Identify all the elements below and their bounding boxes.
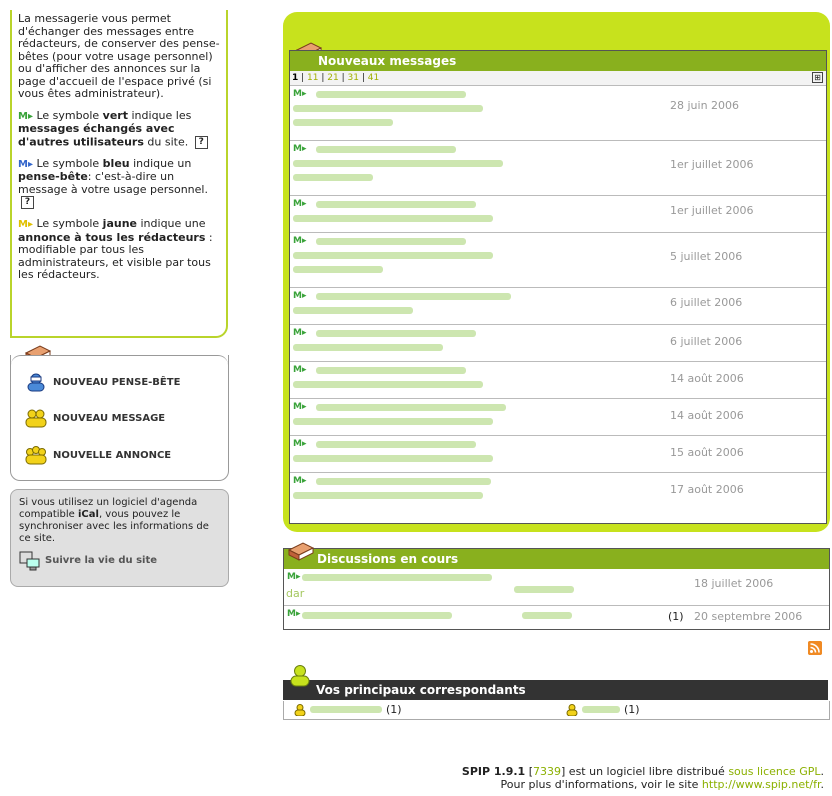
rss-icon[interactable] bbox=[808, 641, 822, 655]
green-message-icon: M▸ bbox=[287, 609, 301, 619]
message-date: 1er juillet 2006 bbox=[670, 158, 754, 171]
page-link[interactable]: 31 bbox=[348, 73, 359, 83]
follow-site-link[interactable]: Suivre la vie du site bbox=[19, 551, 220, 571]
green-message-icon: M▸ bbox=[287, 572, 301, 582]
pagination: 1 | 11 | 21 | 31 | 41 ⊞ bbox=[290, 71, 826, 86]
green-message-icon: M▸ bbox=[18, 110, 33, 122]
help-green: M▸ Le symbole vert indique les messages … bbox=[18, 109, 220, 149]
page-link[interactable]: 11 bbox=[307, 73, 318, 83]
help-yellow: M▸ Le symbole jaune indique une annonce … bbox=[18, 217, 213, 281]
green-message-icon: M▸ bbox=[293, 365, 307, 375]
reply-count: (1) bbox=[668, 610, 684, 623]
message-row[interactable]: M▸ 5 juillet 2006 bbox=[290, 233, 826, 288]
message-row[interactable]: M▸ 15 août 2006 bbox=[290, 436, 826, 473]
message-row[interactable]: M▸ 28 juin 2006 bbox=[290, 86, 826, 141]
correspondants-panel: Vos principaux correspondants (1) (1) bbox=[283, 664, 830, 724]
revision-link[interactable]: 7339 bbox=[533, 765, 561, 778]
correspondant-item[interactable]: (1) bbox=[566, 703, 640, 716]
green-message-icon: M▸ bbox=[293, 89, 307, 99]
message-date: 1er juillet 2006 bbox=[670, 204, 754, 217]
message-date: 28 juin 2006 bbox=[670, 99, 740, 112]
correspondants-list: (1) (1) bbox=[283, 701, 830, 720]
discussion-date: 20 septembre 2006 bbox=[694, 610, 803, 623]
message-date: 6 juillet 2006 bbox=[670, 335, 743, 348]
correspondant-count: (1) bbox=[386, 703, 402, 716]
new-message-button[interactable]: NOUVEAU MESSAGE bbox=[25, 407, 165, 429]
ical-box: Si vous utilisez un logiciel d'agenda co… bbox=[10, 489, 229, 587]
expand-icon[interactable]: ⊞ bbox=[812, 72, 823, 83]
message-date: 5 juillet 2006 bbox=[670, 250, 743, 263]
green-message-icon: M▸ bbox=[293, 144, 307, 154]
book-icon bbox=[287, 542, 315, 561]
message-date: 15 août 2006 bbox=[670, 446, 744, 459]
new-items-box: NOUVEAU PENSE-BÊTE NOUVEAU MESSAGE NOUVE… bbox=[10, 355, 229, 481]
group-icon bbox=[25, 446, 47, 465]
message-row[interactable]: M▸ 1er juillet 2006 bbox=[290, 196, 826, 233]
message-row[interactable]: M▸ 1er juillet 2006 bbox=[290, 141, 826, 196]
help-intro: La messagerie vous permet d'échanger des… bbox=[18, 12, 220, 100]
new-annonce-button[interactable]: NOUVELLE ANNONCE bbox=[25, 444, 171, 466]
page-link[interactable]: 21 bbox=[327, 73, 338, 83]
discussions-title: Discussions en cours bbox=[284, 549, 829, 569]
discussion-fragment: dar bbox=[286, 587, 305, 600]
spip-version: SPIP 1.9.1 bbox=[461, 765, 526, 778]
message-row[interactable]: M▸ 14 août 2006 bbox=[290, 362, 826, 399]
pense-bete-icon bbox=[27, 373, 45, 392]
green-message-icon: M▸ bbox=[293, 476, 307, 486]
correspondant-item[interactable]: (1) bbox=[294, 703, 402, 716]
correspondants-title: Vos principaux correspondants bbox=[283, 680, 828, 700]
yellow-message-icon: M▸ bbox=[18, 219, 33, 230]
new-pense-bete-label: NOUVEAU PENSE-BÊTE bbox=[53, 376, 181, 388]
green-message-icon: M▸ bbox=[293, 199, 307, 209]
blue-message-icon: M▸ bbox=[18, 158, 33, 170]
green-message-icon: M▸ bbox=[293, 291, 307, 301]
messages-table: Nouveaux messages 1 | 11 | 21 | 31 | 41 … bbox=[289, 50, 827, 524]
discussion-row[interactable]: M▸ (1) 20 septembre 2006 bbox=[284, 606, 829, 628]
help-blue: M▸ Le symbole bleu indique un pense-bête… bbox=[18, 156, 208, 209]
message-row[interactable]: M▸ 6 juillet 2006 bbox=[290, 288, 826, 325]
green-message-icon: M▸ bbox=[293, 236, 307, 246]
message-date: 14 août 2006 bbox=[670, 372, 744, 385]
message-row[interactable]: M▸ 17 août 2006 bbox=[290, 473, 826, 509]
message-date: 6 juillet 2006 bbox=[670, 296, 743, 309]
calendar-computer-icon bbox=[19, 551, 40, 571]
person-icon bbox=[294, 703, 306, 716]
help-icon[interactable]: ? bbox=[194, 135, 208, 149]
users-icon bbox=[25, 409, 47, 428]
page-current: 1 bbox=[292, 73, 299, 83]
green-message-icon: M▸ bbox=[293, 402, 307, 412]
message-row[interactable]: M▸ 14 août 2006 bbox=[290, 399, 826, 436]
footer: SPIP 1.9.1 [7339] est un logiciel libre … bbox=[461, 765, 824, 791]
green-message-icon: M▸ bbox=[293, 439, 307, 449]
messages-title: Nouveaux messages bbox=[290, 51, 826, 71]
new-pense-bete-button[interactable]: NOUVEAU PENSE-BÊTE bbox=[25, 371, 180, 393]
help-icon[interactable]: ? bbox=[21, 196, 34, 209]
licence-link[interactable]: sous licence GPL bbox=[728, 765, 820, 778]
discussion-date: 18 juillet 2006 bbox=[694, 577, 774, 590]
message-row[interactable]: M▸ 6 juillet 2006 bbox=[290, 325, 826, 362]
message-date: 17 août 2006 bbox=[670, 483, 744, 496]
new-annonce-label: NOUVELLE ANNONCE bbox=[53, 449, 172, 461]
page-link[interactable]: 41 bbox=[368, 73, 379, 83]
correspondant-count: (1) bbox=[624, 703, 640, 716]
new-messages-panel: Nouveaux messages 1 | 11 | 21 | 31 | 41 … bbox=[283, 12, 830, 532]
discussion-row[interactable]: M▸ dar 18 juillet 2006 bbox=[284, 569, 829, 606]
person-icon bbox=[290, 665, 310, 687]
messaging-help-panel: La messagerie vous permet d'échanger des… bbox=[10, 10, 228, 338]
green-message-icon: M▸ bbox=[293, 328, 307, 338]
spip-site-link[interactable]: http://www.spip.net/fr bbox=[702, 778, 821, 791]
discussions-panel: Discussions en cours M▸ dar 18 juillet 2… bbox=[283, 542, 830, 630]
person-icon bbox=[566, 703, 578, 716]
message-date: 14 août 2006 bbox=[670, 409, 744, 422]
new-message-label: NOUVEAU MESSAGE bbox=[53, 412, 166, 424]
